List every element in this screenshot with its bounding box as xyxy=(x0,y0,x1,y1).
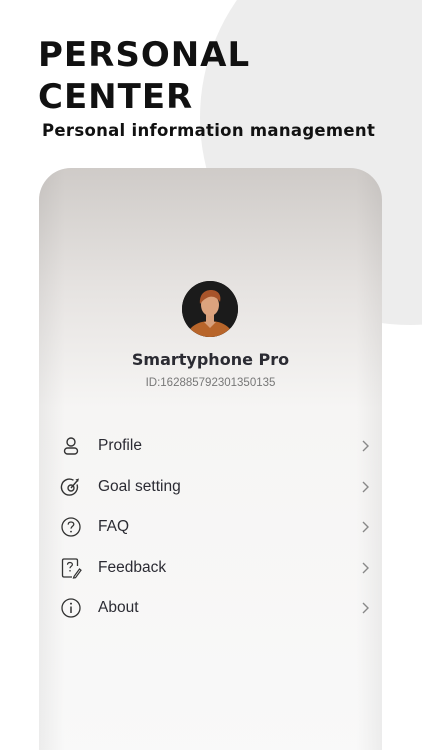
menu-label: About xyxy=(98,599,139,617)
menu-list: Profile Goal setting FAQ Feedback About xyxy=(39,426,382,629)
menu-item-goal-setting[interactable]: Goal setting xyxy=(39,467,382,508)
page-title: PERSONAL CENTER xyxy=(38,35,251,117)
profile-card: Smartyphone Pro ID:162885792301350135 Pr… xyxy=(39,168,382,750)
menu-item-profile[interactable]: Profile xyxy=(39,426,382,467)
question-circle-icon xyxy=(61,517,81,537)
info-circle-icon xyxy=(61,598,81,618)
avatar[interactable] xyxy=(182,281,238,337)
user-id: ID:162885792301350135 xyxy=(145,377,276,389)
personal-center-screen: PERSONAL CENTER Personal information man… xyxy=(0,0,422,750)
chevron-right-icon xyxy=(362,521,369,533)
menu-item-feedback[interactable]: Feedback xyxy=(39,548,382,589)
menu-item-about[interactable]: About xyxy=(39,588,382,629)
chevron-right-icon xyxy=(362,602,369,614)
target-icon xyxy=(60,477,79,496)
avatar-icon xyxy=(182,281,238,337)
menu-label: FAQ xyxy=(98,518,130,536)
chevron-right-icon xyxy=(362,481,369,492)
feedback-edit-icon xyxy=(61,557,82,579)
menu-label: Profile xyxy=(98,437,142,455)
user-name: Smartyphone Pro xyxy=(131,350,290,369)
menu-item-faq[interactable]: FAQ xyxy=(39,507,382,548)
page-subtitle: Personal information management xyxy=(42,121,376,140)
menu-label: Goal setting xyxy=(98,477,181,495)
chevron-right-icon xyxy=(362,562,369,573)
menu-label: Feedback xyxy=(98,558,167,576)
chevron-right-icon xyxy=(362,440,369,452)
user-icon xyxy=(63,437,79,455)
